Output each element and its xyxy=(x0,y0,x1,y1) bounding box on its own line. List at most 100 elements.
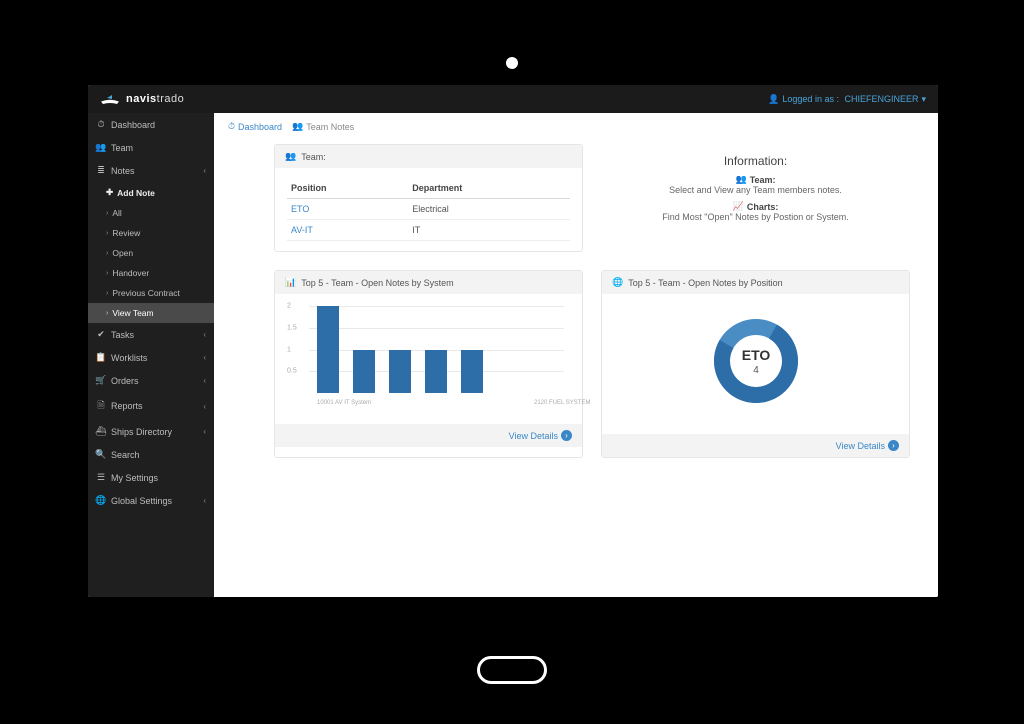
brand-text: navistrado xyxy=(126,93,184,105)
team-col-department: Department xyxy=(408,178,570,199)
donut-chart-header: 🌐Top 5 - Team - Open Notes by Position xyxy=(602,271,909,294)
donut-center-label: ETO xyxy=(741,347,770,363)
brand-logo[interactable]: navistrado xyxy=(100,92,184,106)
team-col-position: Position xyxy=(287,178,408,199)
login-indicator[interactable]: 👤 Logged in as : CHIEFENGINEER ▾ xyxy=(768,94,926,105)
bar xyxy=(389,350,411,394)
bar-chart-panel: 📊Top 5 - Team - Open Notes by System 0.5… xyxy=(274,270,583,458)
sidebar-item-reports[interactable]: 🗎Reports‹ xyxy=(88,392,214,420)
information-panel: Information: 👥Team: Select and View any … xyxy=(601,144,910,252)
team-panel-header: 👥Team: xyxy=(275,145,582,168)
top-navbar: navistrado 👤 Logged in as : CHIEFENGINEE… xyxy=(88,85,938,113)
team-dept: Electrical xyxy=(408,199,570,220)
chevron-right-icon: › xyxy=(106,290,108,297)
users-icon: 👥 xyxy=(735,174,746,185)
list-icon: ≣ xyxy=(96,165,106,176)
info-team-heading: 👥Team: xyxy=(613,174,898,185)
team-dept: IT xyxy=(408,220,570,241)
sidebar-item-tasks[interactable]: ✔Tasks‹ xyxy=(88,323,214,346)
sidebar-item-global-settings[interactable]: 🌐Global Settings‹ xyxy=(88,489,214,512)
table-row: AV-IT IT xyxy=(287,220,570,241)
sidebar-item-dashboard[interactable]: ⏱Dashboard xyxy=(88,113,214,136)
sidebar-item-notes[interactable]: ≣Notes‹ xyxy=(88,159,214,182)
bar xyxy=(425,350,447,394)
chart-icon: 📈 xyxy=(733,201,744,212)
sidebar-sub-add-note[interactable]: ✚Add Note xyxy=(88,182,214,203)
chevron-left-icon: ‹ xyxy=(203,427,206,436)
table-row: ETO Electrical xyxy=(287,199,570,220)
info-team-line: Select and View any Team members notes. xyxy=(613,185,898,195)
sliders-icon: ☰ xyxy=(96,472,106,483)
sidebar-item-orders[interactable]: 🛒Orders‹ xyxy=(88,369,214,392)
chevron-right-icon: › xyxy=(106,310,108,317)
user-icon: 👤 xyxy=(768,94,779,105)
team-link-avit[interactable]: AV-IT xyxy=(291,225,313,235)
sidebar-item-worklists[interactable]: 📋Worklists‹ xyxy=(88,346,214,369)
app-screen: navistrado 👤 Logged in as : CHIEFENGINEE… xyxy=(88,85,938,597)
users-icon: 👥 xyxy=(285,151,296,162)
chevron-left-icon: ‹ xyxy=(203,330,206,339)
ship-icon xyxy=(100,92,120,106)
sidebar-item-my-settings[interactable]: ☰My Settings xyxy=(88,466,214,489)
sidebar-item-search[interactable]: 🔍Search xyxy=(88,443,214,466)
team-link-eto[interactable]: ETO xyxy=(291,204,309,214)
team-panel: 👥Team: Position Department ETO Electrica… xyxy=(274,144,583,252)
bar-chart-header: 📊Top 5 - Team - Open Notes by System xyxy=(275,271,582,294)
arrow-right-icon: › xyxy=(888,440,899,451)
login-user: CHIEFENGINEER xyxy=(844,94,918,104)
sidebar: ⏱Dashboard 👥Team ≣Notes‹ ✚Add Note ›All … xyxy=(88,113,214,597)
sidebar-sub-review[interactable]: ›Review xyxy=(88,223,214,243)
sidebar-sub-open[interactable]: ›Open xyxy=(88,243,214,263)
file-icon: 🗎 xyxy=(96,398,106,414)
bar xyxy=(461,350,483,394)
chevron-right-icon: › xyxy=(106,270,108,277)
bar xyxy=(353,350,375,394)
sidebar-sub-view-team[interactable]: ›View Team xyxy=(88,303,214,323)
info-charts-line: Find Most "Open" Notes by Postion or Sys… xyxy=(613,212,898,222)
chevron-left-icon: ‹ xyxy=(203,496,206,505)
team-table: Position Department ETO Electrical AV-IT xyxy=(287,178,570,241)
users-icon: 👥 xyxy=(96,142,106,153)
globe-icon: 🌐 xyxy=(96,495,106,506)
chevron-right-icon: › xyxy=(106,250,108,257)
bar-chart: 0.511.5210001 AV IT System2120 FUEL SYST… xyxy=(309,306,564,406)
sidebar-item-ships-directory[interactable]: ⛴Ships Directory‹ xyxy=(88,420,214,443)
chevron-right-icon: › xyxy=(106,210,108,217)
chevron-right-icon: › xyxy=(106,230,108,237)
info-charts-heading: 📈Charts: xyxy=(613,201,898,212)
donut-center-value: 4 xyxy=(753,365,759,376)
caret-down-icon: ▾ xyxy=(921,94,926,105)
info-title: Information: xyxy=(613,154,898,168)
arrow-right-icon: › xyxy=(561,430,572,441)
sidebar-sub-handover[interactable]: ›Handover xyxy=(88,263,214,283)
donut-chart: ETO 4 xyxy=(612,306,899,416)
clipboard-icon: 📋 xyxy=(96,352,106,363)
check-icon: ✔ xyxy=(96,329,106,340)
breadcrumb-team-notes[interactable]: 👥Team Notes xyxy=(292,121,354,132)
breadcrumb: ⏱Dashboard 👥Team Notes xyxy=(214,113,938,140)
cart-icon: 🛒 xyxy=(96,375,106,386)
gauge-icon: ⏱ xyxy=(96,119,106,130)
donut-chart-panel: 🌐Top 5 - Team - Open Notes by Position E… xyxy=(601,270,910,458)
gauge-icon: ⏱ xyxy=(228,121,235,132)
globe-icon: 🌐 xyxy=(612,277,623,288)
users-icon: 👥 xyxy=(292,121,303,132)
login-prefix: Logged in as : xyxy=(782,94,841,104)
chevron-left-icon: ‹ xyxy=(203,166,206,175)
sidebar-item-team[interactable]: 👥Team xyxy=(88,136,214,159)
device-camera-dot xyxy=(506,57,518,69)
ship-icon: ⛴ xyxy=(96,426,106,437)
chevron-left-icon: ‹ xyxy=(203,353,206,362)
bar-chart-icon: 📊 xyxy=(285,277,296,288)
breadcrumb-dashboard[interactable]: ⏱Dashboard xyxy=(228,121,282,132)
view-details-bar[interactable]: View Details› xyxy=(509,430,572,441)
search-icon: 🔍 xyxy=(96,449,106,460)
sidebar-sub-previous-contract[interactable]: ›Previous Contract xyxy=(88,283,214,303)
main-content: ⏱Dashboard 👥Team Notes 👥Team: Position D… xyxy=(214,113,938,597)
view-details-donut[interactable]: View Details› xyxy=(836,440,899,451)
device-home-button[interactable] xyxy=(477,656,547,684)
chevron-left-icon: ‹ xyxy=(203,376,206,385)
plus-icon: ✚ xyxy=(106,187,113,198)
chevron-left-icon: ‹ xyxy=(203,402,206,411)
sidebar-sub-all[interactable]: ›All xyxy=(88,203,214,223)
